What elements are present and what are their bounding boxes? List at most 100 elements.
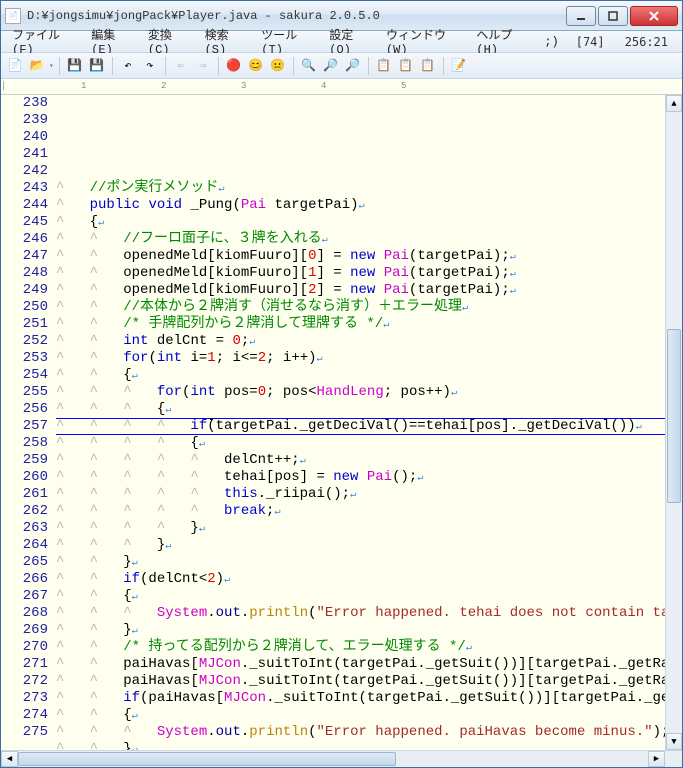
code-line[interactable]: ^ {↵ — [56, 214, 665, 231]
code-line[interactable]: ^ ^ ^ ^ ^ tehai[pos] = new Pai();↵ — [56, 469, 665, 486]
code-line[interactable]: ^ ^ ^ System.out.println("Error happened… — [56, 724, 665, 741]
code-line[interactable]: ^ ^ /* 手牌配列から２牌消して理牌する */↵ — [56, 316, 665, 333]
code-line[interactable]: ^ ^ ^ }↵ — [56, 537, 665, 554]
line-number[interactable]: 239 — [1, 112, 48, 129]
line-number[interactable]: 266 — [1, 571, 48, 588]
macro-3-button[interactable]: 😐 — [268, 56, 288, 76]
search-next-button[interactable]: 🔎 — [321, 56, 341, 76]
code-line[interactable]: ^ ^ if(paiHavas[MJCon._suitToInt(targetP… — [56, 690, 665, 707]
vscroll-track[interactable] — [666, 112, 682, 733]
code-line[interactable]: ^ ^ ^ System.out.println("Error happened… — [56, 605, 665, 622]
line-number[interactable]: 247 — [1, 248, 48, 265]
search-prev-button[interactable]: 🔎 — [343, 56, 363, 76]
play-macro-button[interactable]: 😊 — [246, 56, 266, 76]
code-line[interactable]: ^ ^ ^ ^ ^ break;↵ — [56, 503, 665, 520]
line-number[interactable]: 244 — [1, 197, 48, 214]
code-line[interactable]: ^ ^ paiHavas[MJCon._suitToInt(targetPai.… — [56, 656, 665, 673]
line-number[interactable]: 274 — [1, 707, 48, 724]
undo-button[interactable]: ↶ — [118, 56, 138, 76]
line-number[interactable]: 262 — [1, 503, 48, 520]
line-number[interactable]: 265 — [1, 554, 48, 571]
close-button[interactable] — [630, 6, 678, 26]
scroll-left-button[interactable]: ◀ — [1, 751, 18, 767]
code-line[interactable]: ^ ^ }↵ — [56, 622, 665, 639]
settings-button[interactable]: 📝 — [449, 56, 469, 76]
hscroll-thumb[interactable] — [18, 752, 396, 766]
line-number[interactable]: 258 — [1, 435, 48, 452]
code-line[interactable]: ^ ^ {↵ — [56, 588, 665, 605]
line-number[interactable]: 243 — [1, 180, 48, 197]
code-line[interactable]: ^ ^ ^ ^ ^ delCnt++;↵ — [56, 452, 665, 469]
code-line[interactable]: ^ //ポン実行メソッド↵ — [56, 180, 665, 197]
line-number[interactable]: 240 — [1, 129, 48, 146]
search-button[interactable]: 🔍 — [299, 56, 319, 76]
line-number[interactable]: 261 — [1, 486, 48, 503]
line-number[interactable]: 259 — [1, 452, 48, 469]
save-button[interactable]: 💾 — [65, 56, 85, 76]
code-area[interactable]: ^ //ポン実行メソッド↵^ public void _Pung(Pai tar… — [56, 95, 665, 750]
save-all-button[interactable]: 💾 — [87, 56, 107, 76]
line-number[interactable]: 271 — [1, 656, 48, 673]
nav-fwd-button[interactable]: ⇒ — [193, 56, 213, 76]
scroll-right-button[interactable]: ▶ — [648, 751, 665, 767]
line-number[interactable]: 246 — [1, 231, 48, 248]
code-line[interactable]: ^ ^ paiHavas[MJCon._suitToInt(targetPai.… — [56, 673, 665, 690]
nav-back-button[interactable]: ⇐ — [171, 56, 191, 76]
code-line[interactable]: ^ ^ ^ ^ ^ this._riipai();↵ — [56, 486, 665, 503]
line-number[interactable]: 263 — [1, 520, 48, 537]
code-line[interactable]: ^ ^ /* 持ってる配列から２牌消して、エラー処理する */↵ — [56, 639, 665, 656]
line-number[interactable]: 267 — [1, 588, 48, 605]
code-line[interactable]: ^ ^ ^ ^ }↵ — [56, 520, 665, 537]
scroll-down-button[interactable]: ▼ — [666, 733, 682, 750]
tool-2-button[interactable]: 📋 — [396, 56, 416, 76]
code-line[interactable]: ^ ^ ^ for(int pos=0; pos<HandLeng; pos++… — [56, 384, 665, 401]
line-number[interactable]: 251 — [1, 316, 48, 333]
open-file-button[interactable]: 📂 — [27, 56, 47, 76]
menu-extra[interactable]: ;) — [537, 33, 565, 51]
minimize-button[interactable] — [566, 6, 596, 26]
line-number[interactable]: 273 — [1, 690, 48, 707]
scroll-up-button[interactable]: ▲ — [666, 95, 682, 112]
line-number[interactable]: 253 — [1, 350, 48, 367]
line-number[interactable]: 249 — [1, 282, 48, 299]
code-line[interactable]: ^ ^ openedMeld[kiomFuuro][2] = new Pai(t… — [56, 282, 665, 299]
line-gutter[interactable]: 2382392402412422432442452462472482492502… — [1, 95, 56, 750]
line-number[interactable]: 242 — [1, 163, 48, 180]
line-number[interactable]: 264 — [1, 537, 48, 554]
line-number[interactable]: 254 — [1, 367, 48, 384]
horizontal-scrollbar[interactable]: ◀ ▶ — [1, 750, 682, 767]
code-line[interactable]: ^ ^ {↵ — [56, 367, 665, 384]
vscroll-thumb[interactable] — [667, 329, 681, 503]
line-number[interactable]: 238 — [1, 95, 48, 112]
line-number[interactable]: 269 — [1, 622, 48, 639]
line-number[interactable]: 256 — [1, 401, 48, 418]
code-line[interactable]: ^ ^ for(int i=1; i<=2; i++)↵ — [56, 350, 665, 367]
tool-3-button[interactable]: 📋 — [418, 56, 438, 76]
line-number[interactable]: 245 — [1, 214, 48, 231]
ruler[interactable]: | 1 2 3 4 5 — [1, 79, 682, 95]
code-line[interactable]: ^ ^ }↵ — [56, 554, 665, 571]
redo-button[interactable]: ↷ — [140, 56, 160, 76]
line-number[interactable]: 241 — [1, 146, 48, 163]
code-line[interactable]: ^ ^ int delCnt = 0;↵ — [56, 333, 665, 350]
code-line[interactable]: ^ ^ openedMeld[kiomFuuro][1] = new Pai(t… — [56, 265, 665, 282]
line-number[interactable]: 257 — [1, 418, 48, 435]
vertical-scrollbar[interactable]: ▲ ▼ — [665, 95, 682, 750]
line-number[interactable]: 255 — [1, 384, 48, 401]
maximize-button[interactable] — [598, 6, 628, 26]
line-number[interactable]: 248 — [1, 265, 48, 282]
hscroll-track[interactable] — [18, 751, 648, 767]
record-macro-button[interactable]: 🔴 — [224, 56, 244, 76]
line-number[interactable]: 272 — [1, 673, 48, 690]
new-file-button[interactable]: 📄 — [5, 56, 25, 76]
tool-1-button[interactable]: 📋 — [374, 56, 394, 76]
line-number[interactable]: 260 — [1, 469, 48, 486]
code-line[interactable]: ^ ^ //フーロ面子に、３牌を入れる↵ — [56, 231, 665, 248]
code-line[interactable]: ^ ^ ^ ^ if(targetPai._getDeciVal()==teha… — [56, 418, 665, 435]
line-number[interactable]: 275 — [1, 724, 48, 741]
line-number[interactable]: 250 — [1, 299, 48, 316]
line-number[interactable]: 270 — [1, 639, 48, 656]
code-line[interactable]: ^ ^ {↵ — [56, 707, 665, 724]
code-line[interactable]: ^ ^ }↵ — [56, 741, 665, 750]
code-line[interactable]: ^ ^ ^ {↵ — [56, 401, 665, 418]
